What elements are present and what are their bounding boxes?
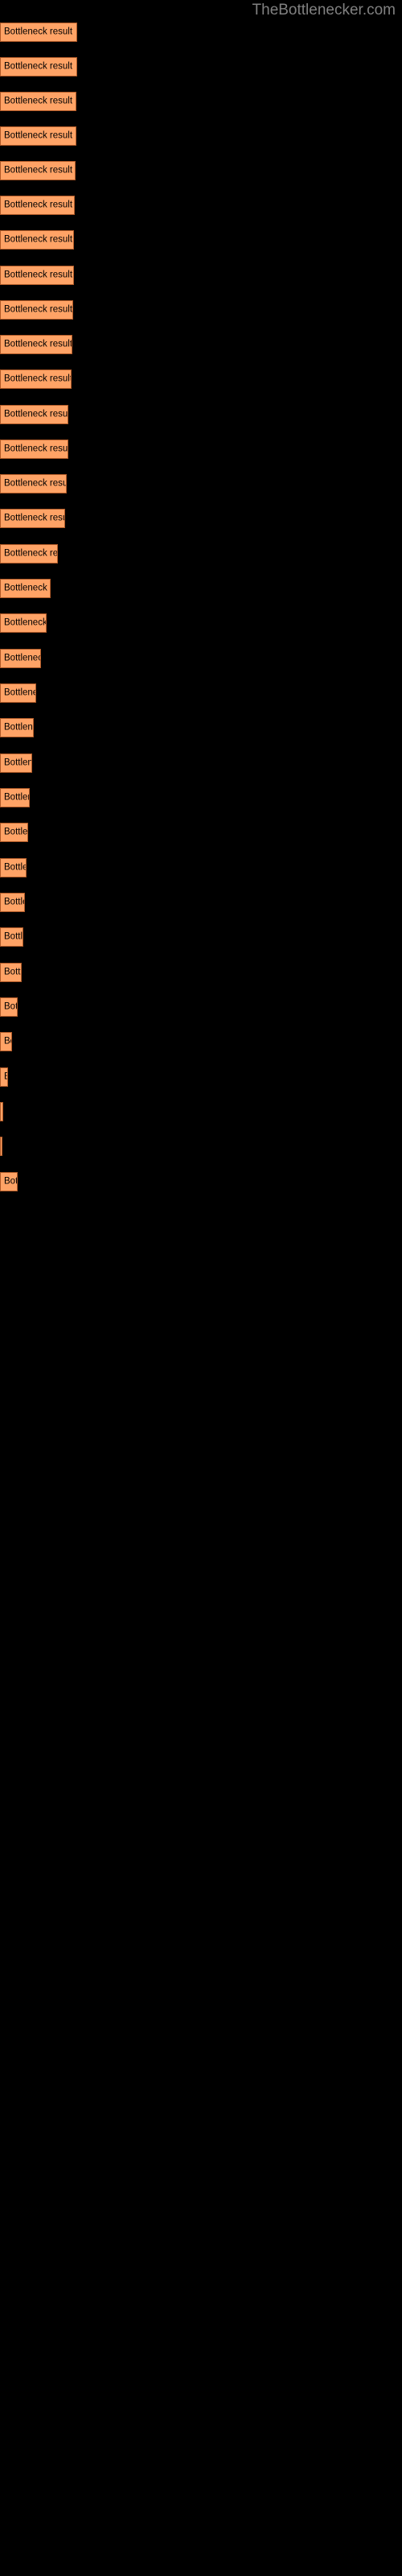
bottleneck-bar[interactable]: Bottleneck result <box>0 649 41 668</box>
bottleneck-bar[interactable]: Bottleneck result <box>0 858 27 877</box>
bar-label: Bottleneck result <box>4 478 67 489</box>
bar-label: Bottleneck result <box>4 1001 18 1012</box>
bottleneck-bar[interactable]: Bottleneck result <box>0 788 30 807</box>
bottleneck-bar[interactable]: Bottleneck result <box>0 230 74 250</box>
bar-label: Bottleneck result <box>4 722 33 733</box>
bar-label: Bottleneck result <box>4 444 68 454</box>
bar-label: Bottleneck result <box>4 234 73 245</box>
bar-label: Bottleneck result <box>4 1072 7 1082</box>
bottleneck-bar[interactable]: Bottleneck result <box>0 544 58 564</box>
bar-label: Bottleneck result <box>4 1176 18 1187</box>
bottleneck-bar[interactable]: Bottleneck result <box>0 92 76 111</box>
bottleneck-bar[interactable]: Bottleneck result <box>0 196 75 215</box>
bottleneck-bar[interactable]: Bottleneck result <box>0 126 76 146</box>
bottleneck-bar[interactable]: Bottleneck result <box>0 509 65 528</box>
bottleneck-bar[interactable]: Bottleneck result <box>0 1137 2 1156</box>
bar-label: Bottleneck result <box>4 27 73 37</box>
bottleneck-bar[interactable]: Bottleneck result <box>0 893 25 912</box>
bottleneck-bar[interactable]: Bottleneck result <box>0 474 67 493</box>
bar-label: Bottleneck result <box>4 1036 11 1046</box>
bottleneck-bar[interactable]: Bottleneck result <box>0 1102 3 1121</box>
bar-label: Bottleneck result <box>4 967 22 977</box>
bottleneck-bar[interactable]: Bottleneck result <box>0 963 22 982</box>
bottleneck-bar[interactable]: Bottleneck result <box>0 405 68 424</box>
bar-label: Bottleneck result <box>4 758 32 768</box>
bar-label: Bottleneck result <box>4 61 73 72</box>
bottleneck-bar[interactable]: Bottleneck result <box>0 57 77 76</box>
bar-label: Bottleneck result <box>4 687 35 698</box>
bottleneck-bar[interactable]: Bottleneck result <box>0 718 34 737</box>
bar-label: Bottleneck result <box>4 897 24 907</box>
bottleneck-bar[interactable]: Bottleneck result <box>0 823 28 842</box>
bar-label: Bottleneck result <box>4 304 73 315</box>
bar-label: Bottleneck result <box>4 513 64 523</box>
bottleneck-bar-chart: Bottleneck result Bottleneck result Bottle… <box>0 0 402 2576</box>
bar-label: Bottleneck result <box>4 548 58 559</box>
bar-label: Bottleneck result <box>4 792 29 803</box>
bar-label: Bottleneck result <box>4 862 26 873</box>
bottleneck-bar[interactable]: Bottleneck result <box>0 266 74 285</box>
bar-label: Bottleneck result <box>4 200 73 210</box>
bar-label: Bottleneck result <box>4 409 68 419</box>
bottleneck-bar[interactable]: Bottleneck result <box>0 613 47 633</box>
bottleneck-bar[interactable]: Bottleneck result <box>0 1067 8 1087</box>
bar-label: Bottleneck result <box>4 270 73 280</box>
bottleneck-bar[interactable]: Bottleneck result <box>0 335 72 354</box>
bar-label: Bottleneck result <box>4 653 40 663</box>
bottleneck-bar[interactable]: Bottleneck result <box>0 161 76 180</box>
bottleneck-bar[interactable]: Bottleneck result <box>0 440 68 459</box>
bottleneck-bar[interactable]: Bottleneck result <box>0 369 72 389</box>
bar-label: Bottleneck result <box>4 339 72 349</box>
bar-label: Bottleneck result <box>4 165 73 175</box>
bottleneck-bar[interactable]: Bottleneck result <box>0 753 32 773</box>
bar-label: Bottleneck result <box>4 827 28 837</box>
bottleneck-bar[interactable]: Bottleneck result <box>0 927 23 947</box>
bar-label: Bottleneck result <box>4 130 73 141</box>
bottleneck-bar[interactable]: Bottleneck result <box>0 23 77 42</box>
bottleneck-bar[interactable]: Bottleneck result <box>0 1172 18 1191</box>
bar-label: Bottleneck result <box>4 617 47 628</box>
bottleneck-bar[interactable]: Bottleneck result <box>0 997 18 1017</box>
bottleneck-bar[interactable]: Bottleneck result <box>0 300 73 320</box>
bottleneck-bar[interactable]: Bottleneck result <box>0 579 51 598</box>
bottleneck-bar[interactable]: Bottleneck result <box>0 683 36 703</box>
bar-label: Bottleneck result <box>4 96 73 106</box>
bar-label: Bottleneck result <box>4 931 23 942</box>
bar-label: Bottleneck result <box>4 374 72 384</box>
bottleneck-bar[interactable]: Bottleneck result <box>0 1032 12 1051</box>
bar-label: Bottleneck result <box>4 583 50 593</box>
